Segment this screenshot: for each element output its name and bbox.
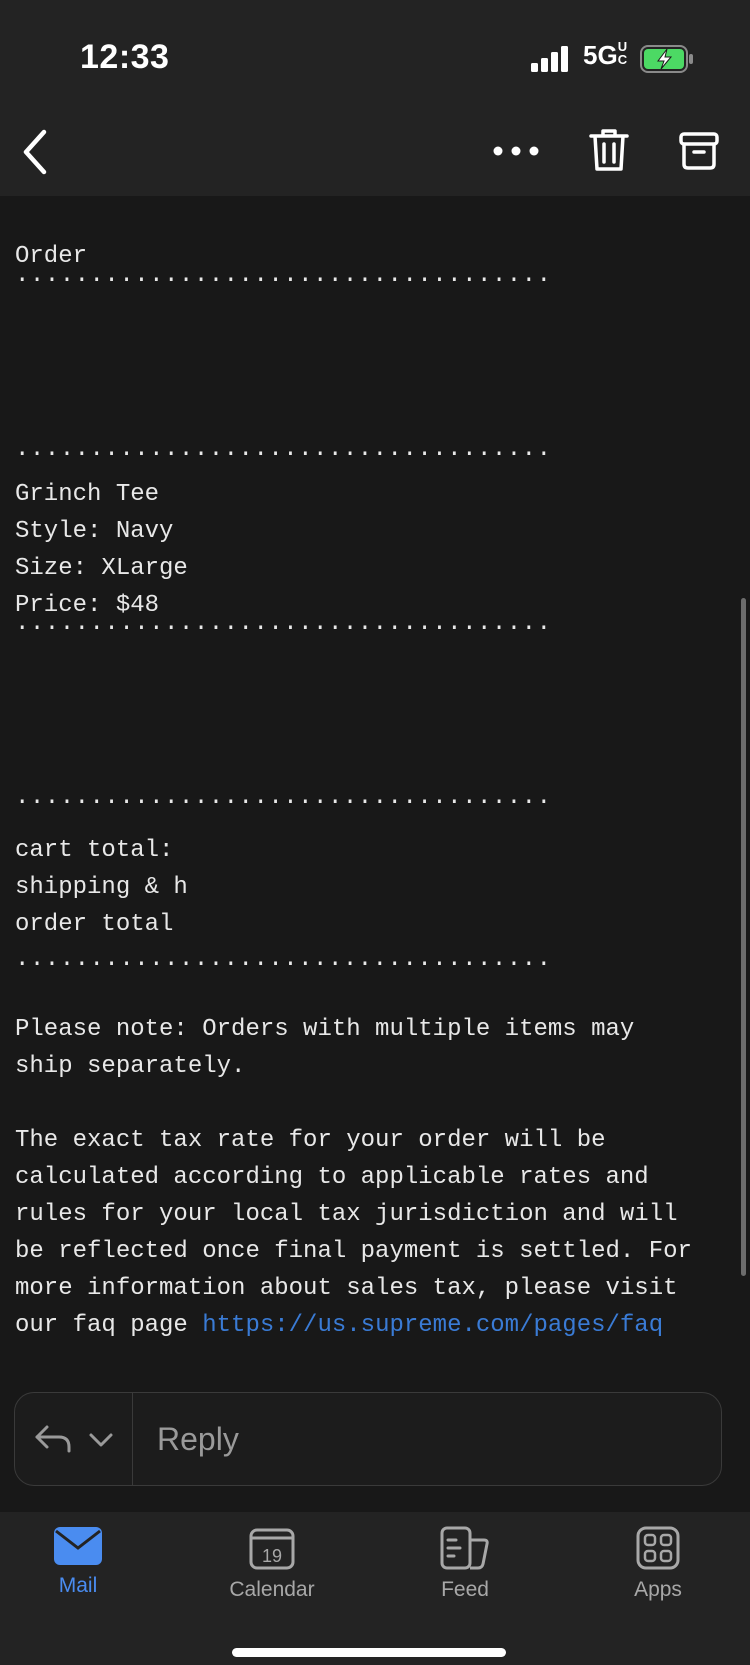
calendar-icon: 19 (249, 1528, 295, 1570)
home-indicator[interactable] (232, 1648, 506, 1657)
faq-link[interactable]: https://us.supreme.com/pages/faq (202, 1312, 663, 1339)
tab-calendar[interactable]: 19 Calendar (192, 1526, 352, 1636)
divider-2: .................................... (15, 436, 552, 463)
tab-calendar-label: Calendar (229, 1578, 315, 1601)
tax-line-1: The exact tax rate for your order will b… (15, 1127, 606, 1154)
tax-line-6: our faq page https://us.supreme.com/page… (15, 1307, 663, 1344)
delete-button[interactable] (588, 126, 630, 174)
item-name: Grinch Tee (15, 481, 160, 508)
network-indicator: 5GUC (583, 40, 632, 71)
shipping-line: shipping & h (15, 874, 187, 901)
apps-grid-icon (636, 1526, 680, 1570)
divider-4: .................................... (15, 784, 552, 811)
feed-icon (440, 1526, 489, 1570)
status-time: 12:33 (80, 38, 170, 76)
divider-3: .................................... (15, 610, 552, 637)
tab-mail-label: Mail (58, 1574, 98, 1597)
cart-total: cart total: (15, 837, 174, 864)
tax-line-5: more information about sales tax, please… (15, 1275, 678, 1302)
network-suffix: UC (617, 39, 628, 67)
email-body[interactable]: Order ..................................… (0, 196, 750, 1366)
note-line-1: Please note: Orders with multiple items … (15, 1016, 635, 1043)
divider-5: .................................... (15, 946, 552, 973)
reply-input[interactable]: Reply (157, 1421, 239, 1458)
tab-feed[interactable]: Feed (385, 1526, 545, 1636)
item-size: Size: XLarge (15, 555, 188, 582)
chevron-down-icon[interactable] (87, 1429, 115, 1451)
tab-mail[interactable]: Mail (0, 1526, 158, 1636)
tax-line-4: be reflected once final payment is settl… (15, 1238, 692, 1265)
calendar-day: 19 (262, 1546, 282, 1566)
more-options-button[interactable] (490, 136, 542, 166)
network-label: 5G (583, 40, 618, 70)
reply-box[interactable]: Reply (14, 1392, 722, 1486)
reply-arrow-icon[interactable] (33, 1421, 73, 1457)
battery-charging-icon (640, 45, 693, 73)
item-style: Style: Navy (15, 518, 174, 545)
reply-divider (132, 1393, 133, 1485)
archive-button[interactable] (678, 130, 720, 172)
top-header: 12:33 5GUC (0, 0, 750, 196)
order-total: order total (15, 911, 174, 938)
mail-icon (54, 1527, 102, 1565)
tax-line-2: calculated according to applicable rates… (15, 1164, 649, 1191)
bottom-tab-bar: Mail 19 Calendar Feed Apps (0, 1512, 750, 1665)
tab-feed-label: Feed (441, 1578, 489, 1601)
reply-bar: Reply (0, 1366, 750, 1512)
signal-bars-icon (531, 46, 568, 72)
note-line-2: ship separately. (15, 1053, 246, 1080)
tab-apps[interactable]: Apps (578, 1526, 738, 1636)
tax-line-prefix: our faq page (15, 1312, 203, 1339)
divider-1: .................................... (15, 262, 552, 289)
scrollbar[interactable] (741, 598, 746, 1276)
tab-apps-label: Apps (634, 1578, 682, 1601)
back-button[interactable] (14, 126, 58, 178)
tax-line-3: rules for your local tax jurisdiction an… (15, 1201, 678, 1228)
